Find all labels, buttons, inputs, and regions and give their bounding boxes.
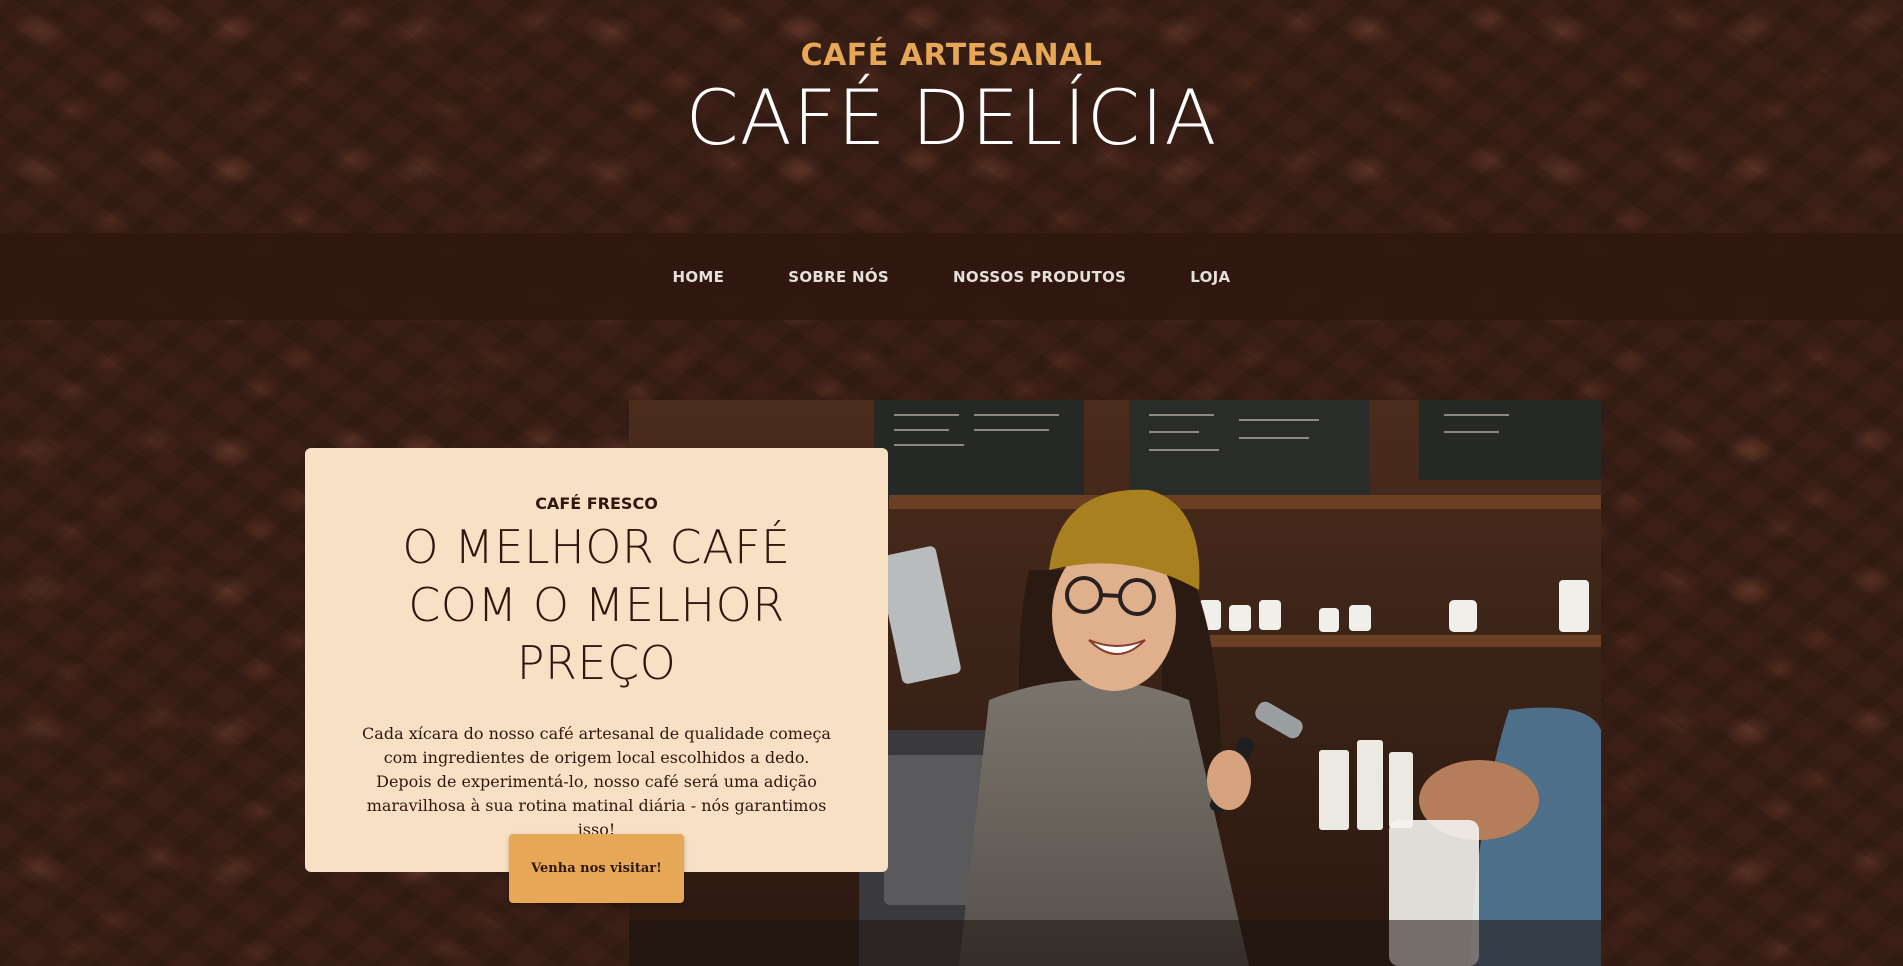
nav-item-nossos-produtos[interactable]: NOSSOS PRODUTOS <box>953 268 1126 286</box>
nav-item-loja[interactable]: LOJA <box>1190 268 1230 286</box>
site-heading-upper: CAFÉ ARTESANAL <box>800 38 1103 73</box>
nav-item-home[interactable]: HOME <box>673 268 725 286</box>
product-heading-lower: O MELHOR CAFÉ COM O MELHOR PREÇO <box>402 520 791 690</box>
site-heading-lower[interactable]: CAFÉ DELÍCIA <box>0 78 1903 158</box>
product-heading-upper: CAFÉ FRESCO <box>535 494 658 513</box>
product-description: Cada xícara do nosso café artesanal de q… <box>362 724 831 839</box>
main-navbar: HOME SOBRE NÓS NOSSOS PRODUTOS LOJA <box>0 233 1903 320</box>
nav-item-sobre-nos[interactable]: SOBRE NÓS <box>788 268 889 286</box>
visit-us-button[interactable]: Venha nos visitar! <box>509 834 684 903</box>
product-card: CAFÉ FRESCO O MELHOR CAFÉ COM O MELHOR P… <box>305 448 888 872</box>
product-heading: CAFÉ FRESCO O MELHOR CAFÉ COM O MELHOR P… <box>305 494 888 692</box>
site-heading: CAFÉ ARTESANAL CAFÉ DELÍCIA <box>0 36 1903 158</box>
page-background: CAFÉ ARTESANAL CAFÉ DELÍCIA HOME SOBRE N… <box>0 0 1903 966</box>
